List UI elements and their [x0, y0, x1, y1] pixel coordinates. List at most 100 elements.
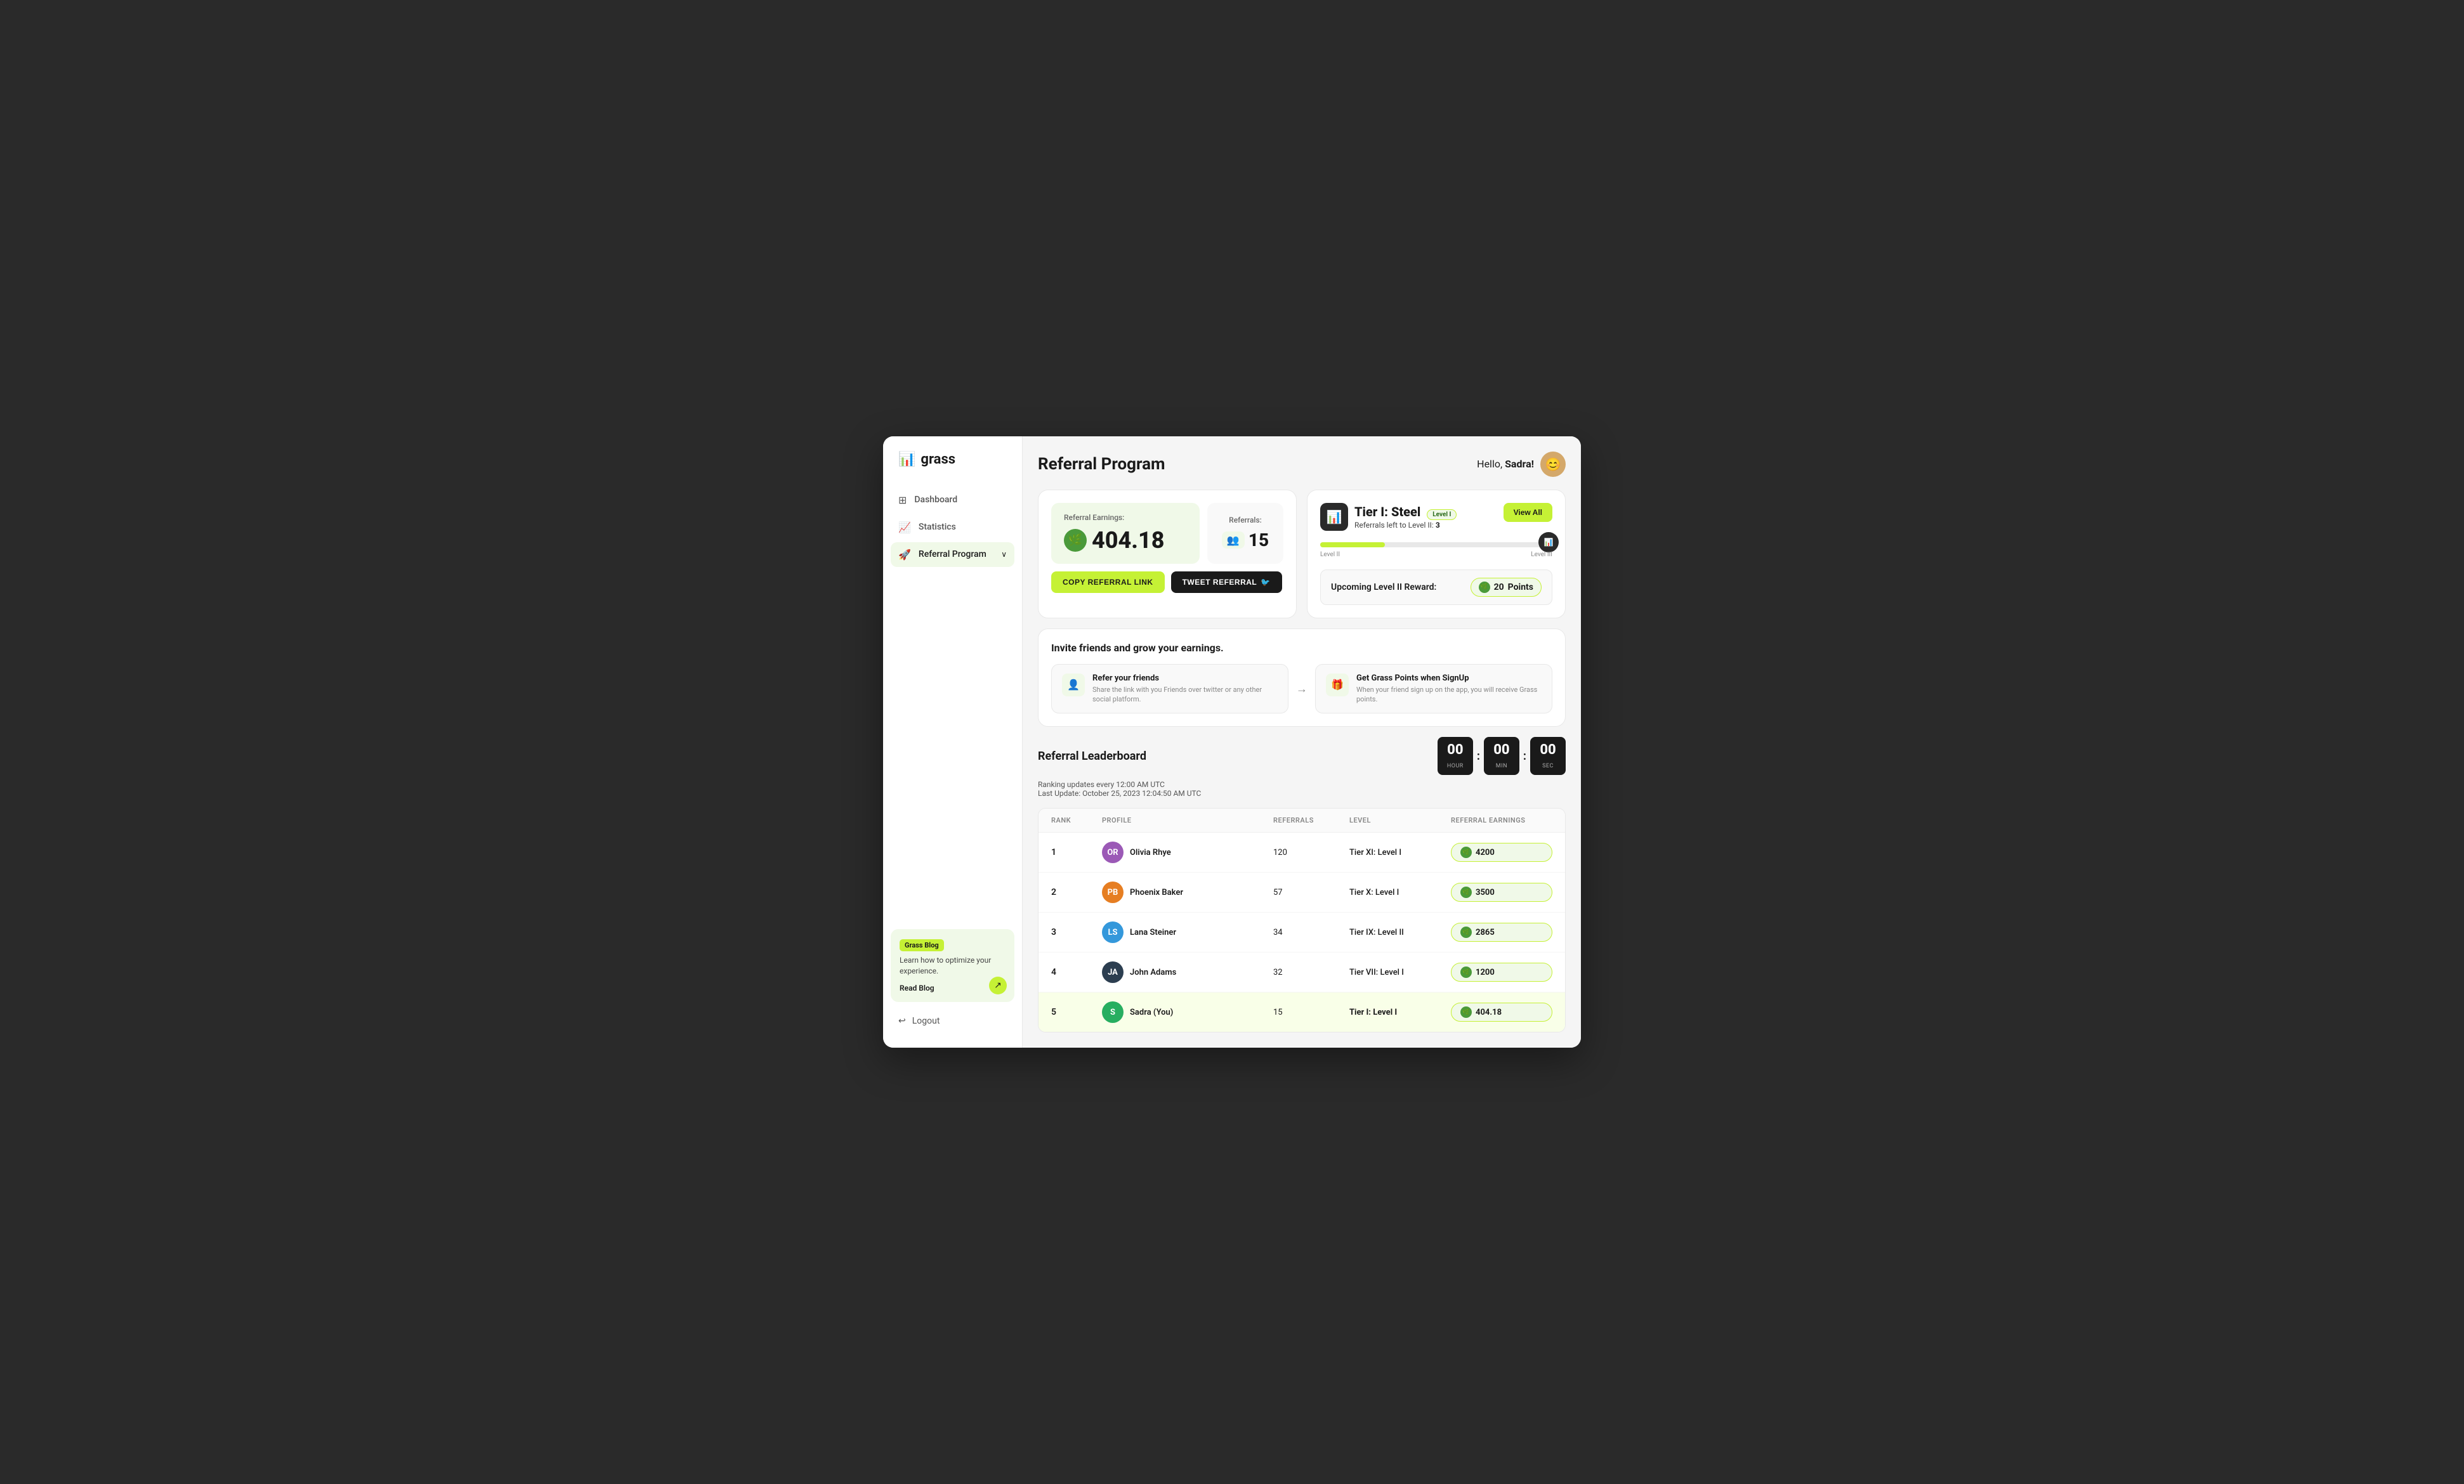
- referrals-icon: 👥: [1222, 531, 1245, 549]
- twitter-icon: 🐦: [1261, 578, 1270, 587]
- profile-cell-1: OR Olivia Rhye: [1102, 842, 1273, 863]
- user-name: Sadra!: [1505, 458, 1534, 470]
- earnings-chip-1: 🌿 4200: [1451, 843, 1552, 862]
- logout-button[interactable]: ↩ Logout: [891, 1010, 1014, 1032]
- invite-steps: 👤 Refer your friends Share the link with…: [1051, 664, 1552, 714]
- step1-content: Refer your friends Share the link with y…: [1092, 674, 1278, 705]
- table-row-current-user: 5 S Sadra (You) 15 Tier I: Level I 🌿 404…: [1039, 993, 1565, 1032]
- level-2: Tier X: Level I: [1349, 888, 1451, 897]
- coin-icon: 🌿: [1064, 529, 1087, 552]
- name-5: Sadra (You): [1130, 1008, 1173, 1017]
- invite-step-2: 🎁 Get Grass Points when SignUp When your…: [1315, 664, 1552, 714]
- countdown-hour: 00: [1446, 742, 1464, 758]
- reward-label: Upcoming Level II Reward:: [1331, 582, 1436, 592]
- avatar: 😊: [1540, 452, 1566, 477]
- countdown-min-label: Min: [1496, 763, 1507, 769]
- logo: 📊 grass: [883, 452, 1022, 488]
- referrals-3: 34: [1273, 928, 1349, 937]
- user-greeting: Hello, Sadra! 😊: [1477, 452, 1566, 477]
- name-4: John Adams: [1130, 968, 1176, 977]
- view-all-button[interactable]: View All: [1504, 503, 1552, 522]
- tweet-referral-button[interactable]: TWEET REFERRAL 🐦: [1171, 571, 1282, 593]
- chip-value-4: 1200: [1476, 968, 1495, 977]
- tier-subtitle: Referrals left to Level II: 3: [1354, 521, 1457, 530]
- tier-badge: Level I: [1427, 509, 1457, 520]
- countdown-sec-box: 00 Sec: [1530, 737, 1566, 775]
- referrals-label: Referrals:: [1229, 516, 1262, 524]
- chip-coin-4: 🌿: [1460, 967, 1472, 978]
- blog-read-link[interactable]: Read Blog: [900, 984, 934, 993]
- reward-coin-icon: 🌿: [1479, 582, 1490, 593]
- main-content: Referral Program Hello, Sadra! 😊 Referra…: [1023, 436, 1581, 1048]
- profile-cell-5: S Sadra (You): [1102, 1001, 1273, 1023]
- referrals-value: 👥 15: [1222, 530, 1269, 550]
- level-4: Tier VII: Level I: [1349, 968, 1451, 977]
- blog-tag: Grass Blog: [900, 939, 944, 951]
- countdown-sec: 00: [1539, 742, 1557, 758]
- avatar-3: LS: [1102, 921, 1124, 943]
- blog-arrow-button[interactable]: ↗: [989, 977, 1007, 994]
- col-level: Level: [1349, 816, 1451, 824]
- table-row: 2 PB Phoenix Baker 57 Tier X: Level I 🌿 …: [1039, 873, 1565, 913]
- level-5: Tier I: Level I: [1349, 1008, 1451, 1017]
- rank-3: 3: [1051, 927, 1102, 937]
- referrals-1: 120: [1273, 848, 1349, 857]
- page-title: Referral Program: [1038, 455, 1165, 474]
- countdown-min: 00: [1493, 742, 1511, 758]
- sidebar-item-dashboard[interactable]: ⊞ Dashboard: [891, 488, 1014, 512]
- table-row: 4 JA John Adams 32 Tier VII: Level I 🌿 1…: [1039, 953, 1565, 993]
- chip-coin-1: 🌿: [1460, 847, 1472, 858]
- logo-icon: 📊: [898, 452, 915, 467]
- statistics-icon: 📈: [898, 521, 911, 533]
- col-earnings: Referral Earnings: [1451, 816, 1552, 824]
- countdown-hour-box: 00 Hour: [1438, 737, 1473, 775]
- avatar-1: OR: [1102, 842, 1124, 863]
- countdown-hour-label: Hour: [1447, 763, 1464, 769]
- sidebar-item-label: Referral Program: [919, 549, 986, 559]
- chevron-down-icon: ∨: [1001, 550, 1007, 559]
- step2-title: Get Grass Points when SignUp: [1356, 674, 1542, 683]
- countdown-dots-2: :: [1523, 737, 1526, 775]
- dashboard-icon: ⊞: [898, 494, 907, 506]
- level-1: Tier XI: Level I: [1349, 848, 1451, 857]
- tier-card: 📊 Tier I: Steel Level I Referrals left t…: [1307, 490, 1566, 618]
- invite-card: Invite friends and grow your earnings. 👤…: [1038, 628, 1566, 727]
- earnings-value: 🌿 404.18: [1064, 527, 1187, 554]
- leaderboard-header: Referral Leaderboard 00 Hour : 00 Min : …: [1038, 737, 1566, 775]
- chip-value-1: 4200: [1476, 848, 1495, 857]
- earnings-chip-2: 🌿 3500: [1451, 883, 1552, 902]
- progress-thumb: 📊: [1538, 532, 1559, 552]
- earnings-chip-3: 🌿 2865: [1451, 923, 1552, 942]
- countdown-boxes: 00 Hour : 00 Min : 00 Sec: [1438, 737, 1566, 775]
- page-header: Referral Program Hello, Sadra! 😊: [1038, 452, 1566, 477]
- copy-referral-button[interactable]: COPY REFERRAL LINK: [1051, 571, 1165, 593]
- tier-details: Tier I: Steel Level I Referrals left to …: [1354, 504, 1457, 530]
- rank-1: 1: [1051, 847, 1102, 857]
- profile-cell-4: JA John Adams: [1102, 961, 1273, 983]
- sidebar-item-referral[interactable]: 🚀 Referral Program ∨: [891, 542, 1014, 567]
- level3-label: Level III: [1531, 551, 1552, 558]
- sidebar-item-label: Statistics: [919, 522, 956, 532]
- progress-section: 📊 Level II Level III: [1320, 540, 1552, 561]
- logo-text: grass: [921, 452, 955, 467]
- referrals-2: 57: [1273, 888, 1349, 897]
- progress-labels: Level II Level III: [1320, 551, 1552, 558]
- table-row: 3 LS Lana Steiner 34 Tier IX: Level II 🌿…: [1039, 913, 1565, 953]
- step1-icon: 👤: [1062, 674, 1085, 696]
- countdown-dots-1: :: [1477, 737, 1480, 775]
- tier-title: Tier I: Steel: [1354, 504, 1420, 519]
- countdown-sec-label: Sec: [1542, 763, 1554, 769]
- profile-cell-2: PB Phoenix Baker: [1102, 882, 1273, 903]
- avatar-4: JA: [1102, 961, 1124, 983]
- greeting-text: Hello, Sadra!: [1477, 458, 1534, 470]
- level-3: Tier IX: Level II: [1349, 928, 1451, 937]
- chip-coin-3: 🌿: [1460, 927, 1472, 938]
- sidebar-item-statistics[interactable]: 📈 Statistics: [891, 515, 1014, 540]
- referrals-4: 32: [1273, 968, 1349, 977]
- nav-menu: ⊞ Dashboard 📈 Statistics 🚀 Referral Prog…: [883, 488, 1022, 567]
- leaderboard-title: Referral Leaderboard: [1038, 750, 1146, 763]
- col-rank: Rank: [1051, 816, 1102, 824]
- name-3: Lana Steiner: [1130, 928, 1176, 937]
- tier-header: 📊 Tier I: Steel Level I Referrals left t…: [1320, 503, 1552, 531]
- referrals-5: 15: [1273, 1008, 1349, 1017]
